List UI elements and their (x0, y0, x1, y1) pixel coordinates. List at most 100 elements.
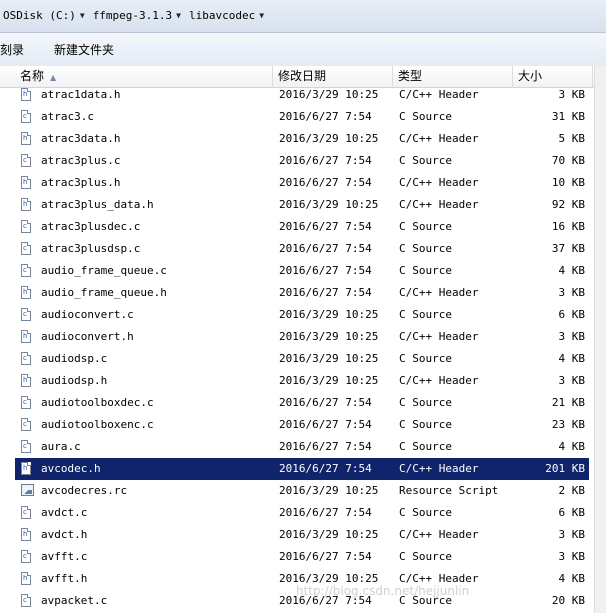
file-row[interactable]: h avdct.h 2016/3/29 10:25 C/C++ Header 3 KB (15, 524, 589, 546)
file-row[interactable]: h atrac3data.h 2016/3/29 10:25 C/C++ Header… (15, 128, 589, 150)
header-file-icon: h (21, 374, 33, 388)
file-name: avcodecres.rc (41, 484, 128, 497)
file-row[interactable]: h audio_frame_queue.h 2016/6/27 7:54 C/C++ … (15, 282, 589, 304)
file-type: C Source (399, 154, 452, 167)
file-size: 16 KB (551, 220, 585, 233)
chevron-down-icon[interactable]: ▼ (79, 11, 90, 20)
file-date: 2016/6/27 7:54 (279, 506, 372, 519)
c-source-file-icon: c (21, 440, 33, 454)
file-size: 4 KB (558, 264, 586, 277)
file-name: avdct.c (41, 506, 88, 519)
file-size: 4 KB (558, 572, 586, 585)
file-type: C Source (399, 418, 452, 431)
file-type: C/C++ Header (399, 88, 479, 101)
file-size: 4 KB (558, 440, 586, 453)
c-source-file-icon: c (21, 352, 33, 366)
file-date: 2016/6/27 7:54 (279, 264, 372, 277)
file-row[interactable]: c atrac3plus.c 2016/6/27 7:54 C Source 70 KB (15, 150, 589, 172)
file-size: 4 KB (558, 352, 586, 365)
breadcrumb-drive[interactable]: OSDisk (C:) (0, 9, 79, 22)
c-source-file-icon: c (21, 264, 33, 278)
file-row[interactable]: h atrac3plus_data.h 2016/3/29 10:25 C/C++ H… (15, 194, 589, 216)
header-file-icon: h (21, 132, 33, 146)
file-type: C/C++ Header (399, 462, 479, 475)
file-name: atrac3data.h (41, 132, 121, 145)
file-row[interactable]: h avfft.h 2016/3/29 10:25 C/C++ Header 4 KB (15, 568, 589, 590)
file-size: 3 KB (558, 286, 586, 299)
file-row[interactable]: h atrac3plus.h 2016/6/27 7:54 C/C++ Header 1… (15, 172, 589, 194)
file-name: audiotoolboxenc.c (41, 418, 154, 431)
file-row[interactable]: c audiotoolboxenc.c 2016/6/27 7:54 C Source… (15, 414, 589, 436)
file-date: 2016/6/27 7:54 (279, 286, 372, 299)
c-source-file-icon: c (21, 110, 33, 124)
header-file-icon: h (21, 462, 33, 476)
file-row[interactable]: c aura.c 2016/6/27 7:54 C Source 4 KB (15, 436, 589, 458)
file-row[interactable]: c audioconvert.c 2016/3/29 10:25 C Source 6 … (15, 304, 589, 326)
file-date: 2016/3/29 10:25 (279, 132, 379, 145)
file-size: 6 KB (558, 308, 586, 321)
file-row[interactable]: c audiotoolboxdec.c 2016/6/27 7:54 C Source… (15, 392, 589, 414)
file-name: atrac3.c (41, 110, 94, 123)
column-name-label: 名称 (20, 69, 45, 83)
file-row[interactable]: c atrac3plusdsp.c 2016/6/27 7:54 C Source 37… (15, 238, 589, 260)
file-row[interactable]: c avdct.c 2016/6/27 7:54 C Source 6 KB (15, 502, 589, 524)
c-source-file-icon: c (21, 154, 33, 168)
file-type: Resource Script (399, 484, 499, 497)
header-file-icon: h (21, 176, 33, 190)
vertical-scrollbar[interactable] (594, 66, 606, 613)
file-row[interactable]: c audio_frame_queue.c 2016/6/27 7:54 C Sour… (15, 260, 589, 282)
file-size: 21 KB (551, 396, 585, 409)
file-name: atrac3plus_data.h (41, 198, 154, 211)
file-date: 2016/6/27 7:54 (279, 418, 372, 431)
file-row[interactable]: c avfft.c 2016/6/27 7:54 C Source 3 KB (15, 546, 589, 568)
file-name: avfft.h (41, 572, 88, 585)
breadcrumb-ffmpeg[interactable]: ffmpeg-3.1.3 (90, 9, 175, 22)
file-date: 2016/3/29 10:25 (279, 484, 379, 497)
file-type: C/C++ Header (399, 528, 479, 541)
column-size-label: 大小 (518, 69, 543, 83)
chevron-down-icon[interactable]: ▼ (175, 11, 186, 20)
burn-button[interactable]: 刻录 (0, 38, 30, 61)
file-type: C/C++ Header (399, 330, 479, 343)
header-file-icon: h (21, 198, 33, 212)
c-source-file-icon: c (21, 594, 33, 608)
c-source-file-icon: c (21, 242, 33, 256)
file-size: 3 KB (558, 528, 586, 541)
c-source-file-icon: c (21, 308, 33, 322)
file-type: C Source (399, 308, 452, 321)
file-name: audiodsp.c (41, 352, 108, 365)
address-bar[interactable]: OSDisk (C:) ▼ ffmpeg-3.1.3 ▼ libavcodec … (0, 0, 606, 33)
file-type: C/C++ Header (399, 132, 479, 145)
file-name: atrac3plus.h (41, 176, 121, 189)
file-name: atrac3plusdsp.c (41, 242, 141, 255)
file-date: 2016/6/27 7:54 (279, 176, 372, 189)
file-date: 2016/6/27 7:54 (279, 396, 372, 409)
file-type: C/C++ Header (399, 198, 479, 211)
file-size: 3 KB (558, 88, 586, 101)
file-date: 2016/3/29 10:25 (279, 572, 379, 585)
file-row[interactable]: c atrac3.c 2016/6/27 7:54 C Source 31 KB (15, 106, 589, 128)
file-size: 201 KB (545, 462, 585, 475)
file-row[interactable]: h avcodec.h 2016/6/27 7:54 C/C++ Header 201 … (15, 458, 589, 480)
file-row[interactable]: c audiodsp.c 2016/3/29 10:25 C Source 4 KB (15, 348, 589, 370)
file-date: 2016/3/29 10:25 (279, 374, 379, 387)
file-name: atrac1data.h (41, 88, 121, 101)
file-name: atrac3plusdec.c (41, 220, 141, 233)
file-row[interactable]: h audioconvert.h 2016/3/29 10:25 C/C++ Head… (15, 326, 589, 348)
file-type: C/C++ Header (399, 572, 479, 585)
c-source-file-icon: c (21, 396, 33, 410)
file-date: 2016/6/27 7:54 (279, 242, 372, 255)
chevron-down-icon[interactable]: ▼ (258, 11, 269, 20)
column-date-label: 修改日期 (278, 69, 327, 83)
file-row[interactable]: avcodecres.rc 2016/3/29 10:25 Resource Scr… (15, 480, 589, 502)
file-row[interactable]: c atrac3plusdec.c 2016/6/27 7:54 C Source 16… (15, 216, 589, 238)
header-file-icon: h (21, 572, 33, 586)
file-size: 20 KB (551, 594, 585, 607)
new-folder-button[interactable]: 新建文件夹 (48, 38, 120, 61)
file-date: 2016/3/29 10:25 (279, 330, 379, 343)
breadcrumb-libavcodec[interactable]: libavcodec (186, 9, 258, 22)
file-row[interactable]: h audiodsp.h 2016/3/29 10:25 C/C++ Header 3 … (15, 370, 589, 392)
file-row[interactable]: h atrac1data.h 2016/3/29 10:25 C/C++ Header… (15, 84, 589, 106)
file-row[interactable]: c avpacket.c 2016/6/27 7:54 C Source 20 KB (15, 590, 589, 612)
file-size: 3 KB (558, 550, 586, 563)
